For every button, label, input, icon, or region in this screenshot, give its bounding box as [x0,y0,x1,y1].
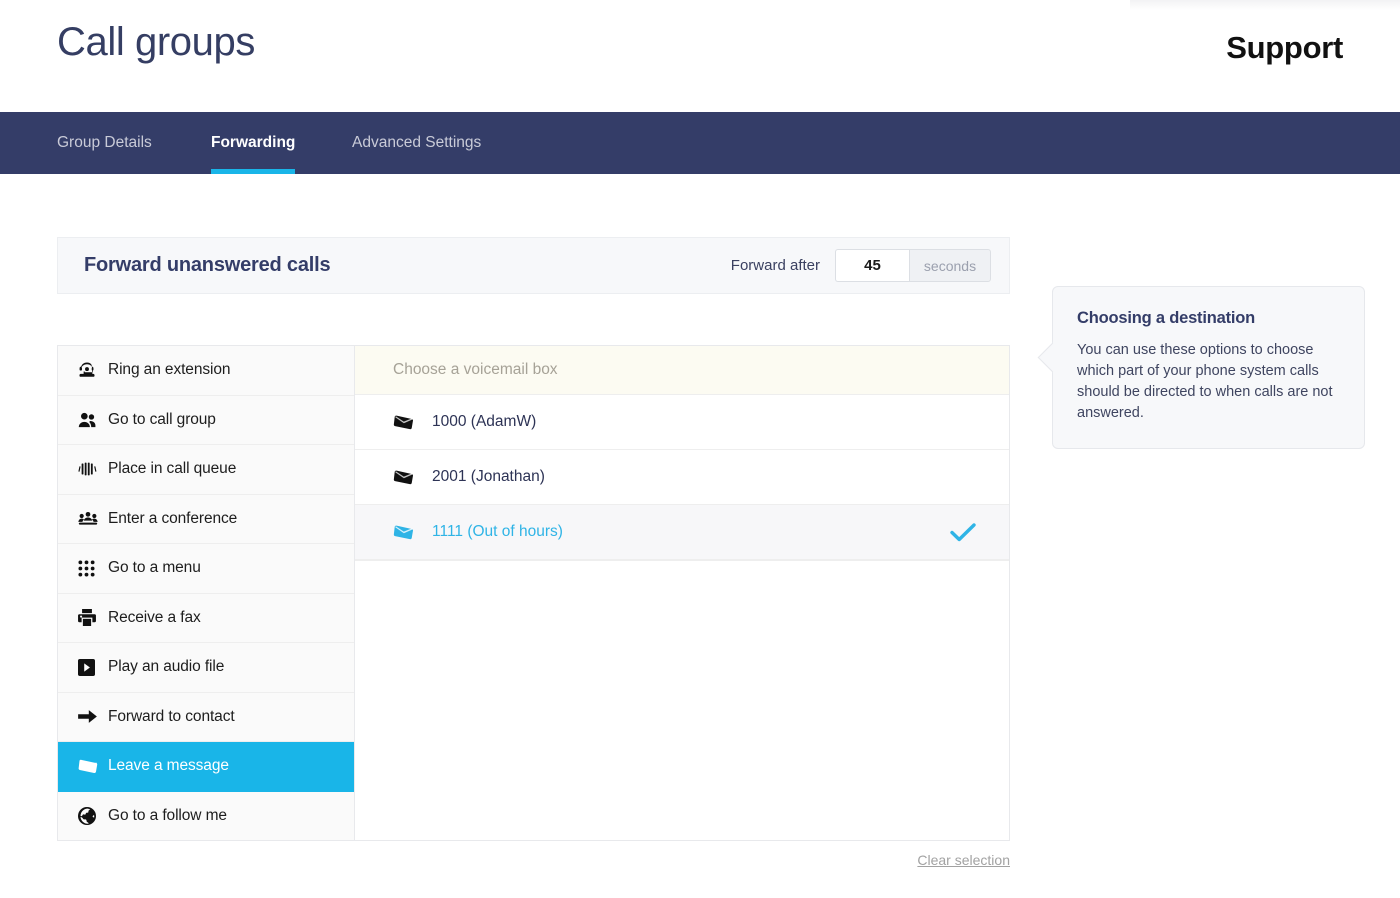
destination-receive-a-fax[interactable]: Receive a fax [58,594,354,643]
forward-after-label: Forward after [730,257,820,274]
destination-label: Play an audio file [108,658,225,676]
envelope-icon [393,415,417,430]
tab-group-details-label: Group Details [57,134,152,151]
header-shadow [1130,0,1400,10]
destination-picker: Ring an extension Go to call group Place… [57,345,1010,841]
keypad-icon [78,558,104,578]
destination-go-to-call-group[interactable]: Go to call group [58,396,354,445]
group-name-heading: Support [1226,30,1343,65]
globe-icon [78,806,104,826]
destination-ring-an-extension[interactable]: Ring an extension [58,346,354,396]
destination-label: Go to a menu [108,559,201,577]
destination-leave-a-message[interactable]: Leave a message [58,742,354,792]
telephone-icon [78,360,104,380]
destination-play-an-audio-file[interactable]: Play an audio file [58,643,354,693]
tab-advanced-settings-label: Advanced Settings [352,134,482,151]
conference-icon [78,509,104,529]
voicemail-list-filler [355,560,1009,561]
arrow-right-icon [78,707,104,727]
help-tooltip-title: Choosing a destination [1077,309,1256,327]
voicemail-box-row[interactable]: 2001 (Jonathan) [355,450,1009,505]
destination-label: Leave a message [108,757,229,775]
forward-panel-title: Forward unanswered calls [84,254,331,276]
voicemail-box-label: 1111 (Out of hours) [432,523,563,540]
destination-place-in-call-queue[interactable]: Place in call queue [58,445,354,495]
destination-label: Enter a conference [108,509,238,527]
destination-type-list: Ring an extension Go to call group Place… [58,346,355,840]
tab-group-details[interactable]: Group Details [57,112,152,174]
envelope-icon [393,470,417,485]
voicemail-list-header: Choose a voicemail box [355,346,1009,395]
tab-forwarding-label: Forwarding [211,134,296,151]
voicemail-box-row-selected[interactable]: 1111 (Out of hours) [355,505,1009,560]
fax-icon [78,608,104,628]
envelope-icon [393,525,417,540]
tab-advanced-settings[interactable]: Advanced Settings [352,112,481,174]
page-title: Call groups [57,20,255,64]
destination-label: Receive a fax [108,608,201,626]
destination-enter-a-conference[interactable]: Enter a conference [58,495,354,544]
users-icon [78,410,104,430]
forward-after-control: Forward after seconds [731,249,991,282]
clear-selection-label[interactable]: Clear selection [917,852,1010,868]
destination-label: Place in call queue [108,460,237,478]
clear-selection-link[interactable]: Clear selection [57,852,1010,868]
play-icon [78,657,104,677]
destination-label: Go to a follow me [108,807,227,825]
forward-after-seconds-input[interactable] [835,249,909,282]
voicemail-box-list: Choose a voicemail box 1000 (AdamW) 2001… [355,346,1009,840]
voicemail-box-label: 1000 (AdamW) [432,413,537,430]
destination-go-to-a-follow-me[interactable]: Go to a follow me [58,792,354,842]
voicemail-box-row[interactable]: 1000 (AdamW) [355,395,1009,450]
tab-navigation: Group Details Forwarding Advanced Settin… [0,112,1400,174]
seconds-unit-addon: seconds [909,249,991,282]
help-tooltip: Choosing a destination You can use these… [1052,286,1365,449]
tab-forwarding[interactable]: Forwarding [211,112,296,174]
help-tooltip-body: You can use these options to choose whic… [1077,342,1333,421]
destination-forward-to-contact[interactable]: Forward to contact [58,693,354,742]
active-tab-underline [211,169,296,174]
queue-icon [78,459,104,479]
destination-label: Ring an extension [108,361,231,379]
check-icon [949,521,977,543]
envelope-icon [78,756,104,776]
page-header: Call groups Support [0,0,1400,112]
forward-unanswered-calls-header: Forward unanswered calls Forward after s… [57,237,1010,294]
voicemail-box-label: 2001 (Jonathan) [432,468,545,485]
destination-go-to-a-menu[interactable]: Go to a menu [58,544,354,594]
destination-label: Forward to contact [108,707,235,725]
destination-label: Go to call group [108,410,216,428]
